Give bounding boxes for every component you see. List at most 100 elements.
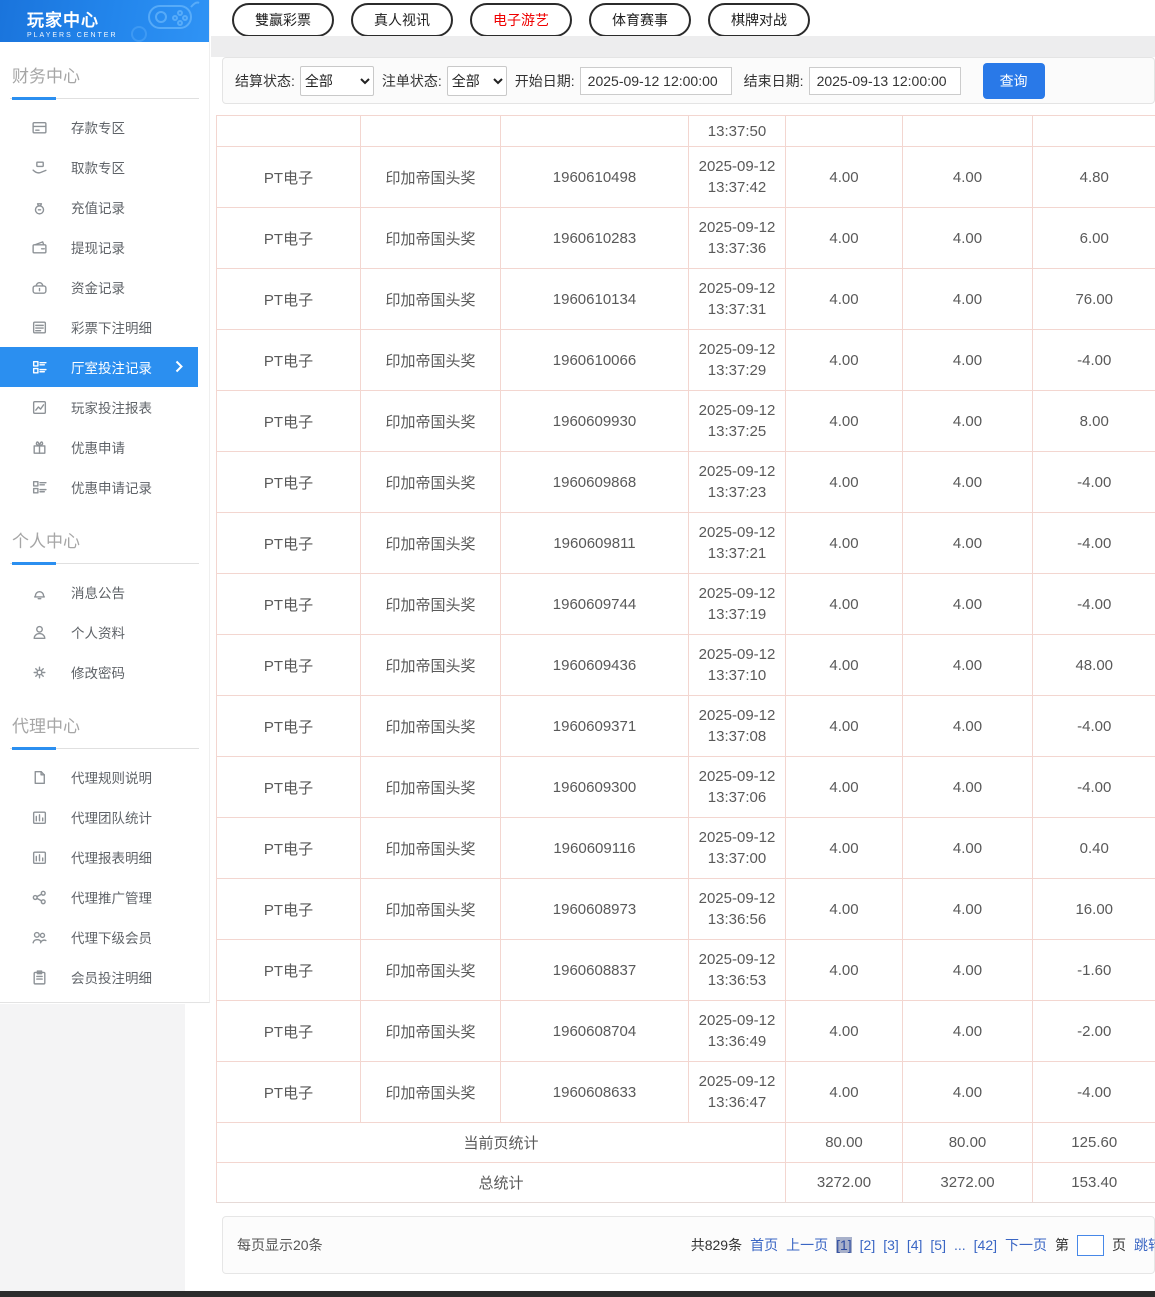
table-cell: 13:37:50: [688, 115, 786, 147]
sidebar-item-会员投注明细[interactable]: 会员投注明细: [0, 957, 209, 997]
section-title: 代理中心: [10, 712, 199, 750]
end-date-input[interactable]: [808, 66, 961, 95]
sidebar-item-厅室投注记录[interactable]: 厅室投注记录: [0, 347, 198, 387]
sidebar-item-优惠申请[interactable]: 优惠申请: [0, 427, 209, 467]
sidebar-item-玩家投注报表[interactable]: 玩家投注报表: [0, 387, 209, 427]
sidebar-item-代理团队统计[interactable]: 代理团队统计: [0, 797, 209, 837]
table-cell: 2025-09-12 13:37:31: [688, 268, 786, 330]
list-icon: [32, 320, 47, 334]
table-cell: 4.00: [785, 390, 903, 452]
settle-status-label: 结算状态:: [235, 72, 295, 89]
sidebar-item-label: 修改密码: [71, 666, 125, 681]
table-cell: 1960608837: [500, 939, 689, 1001]
chart-icon: [32, 400, 47, 414]
page-link[interactable]: [5]: [930, 1237, 946, 1253]
table-cell: 印加帝国头奖: [360, 451, 501, 513]
game-tab-体育赛事[interactable]: 体育赛事: [589, 3, 691, 37]
sidebar-item-彩票下注明细[interactable]: 彩票下注明细: [0, 307, 209, 347]
sidebar-item-消息公告[interactable]: 消息公告: [0, 572, 209, 612]
table-cell: 8.00: [1032, 390, 1155, 452]
sidebar-item-优惠申请记录[interactable]: 优惠申请记录: [0, 467, 209, 507]
table-cell: 4.00: [902, 451, 1033, 513]
last-page-number-link[interactable]: [42]: [974, 1237, 997, 1253]
game-tab-电子游艺[interactable]: 电子游艺: [470, 3, 572, 37]
table-cell: 4.00: [902, 939, 1033, 1001]
game-tab-真人视讯[interactable]: 真人视讯: [351, 3, 453, 37]
table-cell: 1960610066: [500, 329, 689, 391]
start-date-input[interactable]: [579, 66, 732, 95]
table-cell: 2025-09-12 13:37:00: [688, 817, 786, 879]
page-jump-input[interactable]: [1077, 1234, 1104, 1256]
table-row: PT电子 印加帝国头奖 1960610498 2025-09-12 13:37:42 4.…: [216, 146, 1155, 208]
table-cell: 4.00: [902, 390, 1033, 452]
next-page-link[interactable]: 下一页: [1005, 1235, 1047, 1255]
table-cell: [360, 115, 501, 147]
sidebar-item-资金记录[interactable]: 资金记录: [0, 267, 209, 307]
sidebar-footer-area: [0, 1004, 185, 1292]
first-page-link[interactable]: 首页: [750, 1235, 778, 1255]
end-date-label: 结束日期:: [743, 72, 804, 89]
sidebar-item-label: 提现记录: [71, 241, 125, 256]
order-status-select[interactable]: 全部: [446, 65, 507, 96]
settle-status-select[interactable]: 全部: [299, 65, 374, 96]
prev-page-link[interactable]: 上一页: [786, 1235, 828, 1255]
game-tab-雙赢彩票[interactable]: 雙赢彩票: [232, 3, 334, 37]
table-cell: 2025-09-12 13:37:25: [688, 390, 786, 452]
sidebar-item-label: 取款专区: [71, 161, 125, 176]
table-cell: PT电子: [216, 817, 361, 879]
sidebar-item-个人资料[interactable]: 个人资料: [0, 612, 209, 652]
table-cell: 4.00: [785, 939, 903, 1001]
sidebar-item-label: 厅室投注记录: [71, 361, 152, 376]
table-row: PT电子 印加帝国头奖 1960608704 2025-09-12 13:36:49 4.…: [216, 1000, 1155, 1062]
table-cell: 4.00: [785, 573, 903, 635]
section-title: 个人中心: [10, 527, 199, 565]
table-cell: 1960608633: [500, 1061, 689, 1123]
table-cell: -4.00: [1032, 695, 1155, 757]
game-tabs: 雙赢彩票 真人视讯 电子游艺 体育赛事 棋牌对战: [232, 3, 810, 37]
sidebar-item-提现记录[interactable]: 提现记录: [0, 227, 209, 267]
sidebar-item-存款专区[interactable]: 存款专区: [0, 107, 209, 147]
table-cell: 1960610283: [500, 207, 689, 269]
sidebar-item-代理下级会员[interactable]: 代理下级会员: [0, 917, 209, 957]
table-cell: 0.40: [1032, 817, 1155, 879]
jump-button[interactable]: 跳转: [1134, 1235, 1155, 1255]
table-cell: 印加帝国头奖: [360, 512, 501, 574]
sidebar-item-修改密码[interactable]: 修改密码: [0, 652, 209, 692]
sidebar-item-label: 代理推广管理: [71, 891, 152, 906]
table-cell: 4.00: [902, 207, 1033, 269]
sidebar-item-label: 代理团队统计: [71, 811, 152, 826]
gift-icon: [33, 440, 46, 454]
page-link[interactable]: [2]: [860, 1237, 876, 1253]
sidebar-item-代理报表明细[interactable]: 代理报表明细: [0, 837, 209, 877]
wallet-icon: [32, 240, 47, 254]
sidebar-item-充值记录[interactable]: 充值记录: [0, 187, 209, 227]
query-button[interactable]: 查询: [982, 62, 1045, 99]
current-page-link[interactable]: [1]: [836, 1237, 852, 1253]
table-cell: 2025-09-12 13:37:36: [688, 207, 786, 269]
table-row: PT电子 印加帝国头奖 1960609868 2025-09-12 13:37:23 4.…: [216, 451, 1155, 513]
table-row: PT电子 印加帝国头奖 1960609371 2025-09-12 13:37:08 4.…: [216, 695, 1155, 757]
table-cell: 2025-09-12 13:37:10: [688, 634, 786, 696]
table-cell: PT电子: [216, 268, 361, 330]
game-tab-棋牌对战[interactable]: 棋牌对战: [708, 3, 810, 37]
page-link[interactable]: [3]: [883, 1237, 899, 1253]
table-cell: PT电子: [216, 1061, 361, 1123]
stats-icon: [32, 850, 47, 864]
table-cell: 1960609744: [500, 573, 689, 635]
table-cell: -4.00: [1032, 329, 1155, 391]
gear-icon: [33, 665, 46, 679]
sidebar-item-label: 优惠申请: [71, 441, 125, 456]
table-cell: -4.00: [1032, 512, 1155, 574]
pages-ellipsis: ...: [953, 1237, 966, 1253]
sidebar-item-label: 存款专区: [71, 121, 125, 136]
table-cell: 4.00: [902, 512, 1033, 574]
table-row: PT电子 印加帝国头奖 1960609744 2025-09-12 13:37:19 4.…: [216, 573, 1155, 635]
page-link[interactable]: [4]: [907, 1237, 923, 1253]
sidebar-item-代理规则说明[interactable]: 代理规则说明: [0, 757, 209, 797]
table-cell: 4.00: [902, 756, 1033, 818]
table-cell: 2025-09-12 13:37:21: [688, 512, 786, 574]
sidebar-item-代理推广管理[interactable]: 代理推广管理: [0, 877, 209, 917]
table-cell: 1960610134: [500, 268, 689, 330]
table-cell: [785, 115, 903, 147]
sidebar-item-取款专区[interactable]: 取款专区: [0, 147, 209, 187]
